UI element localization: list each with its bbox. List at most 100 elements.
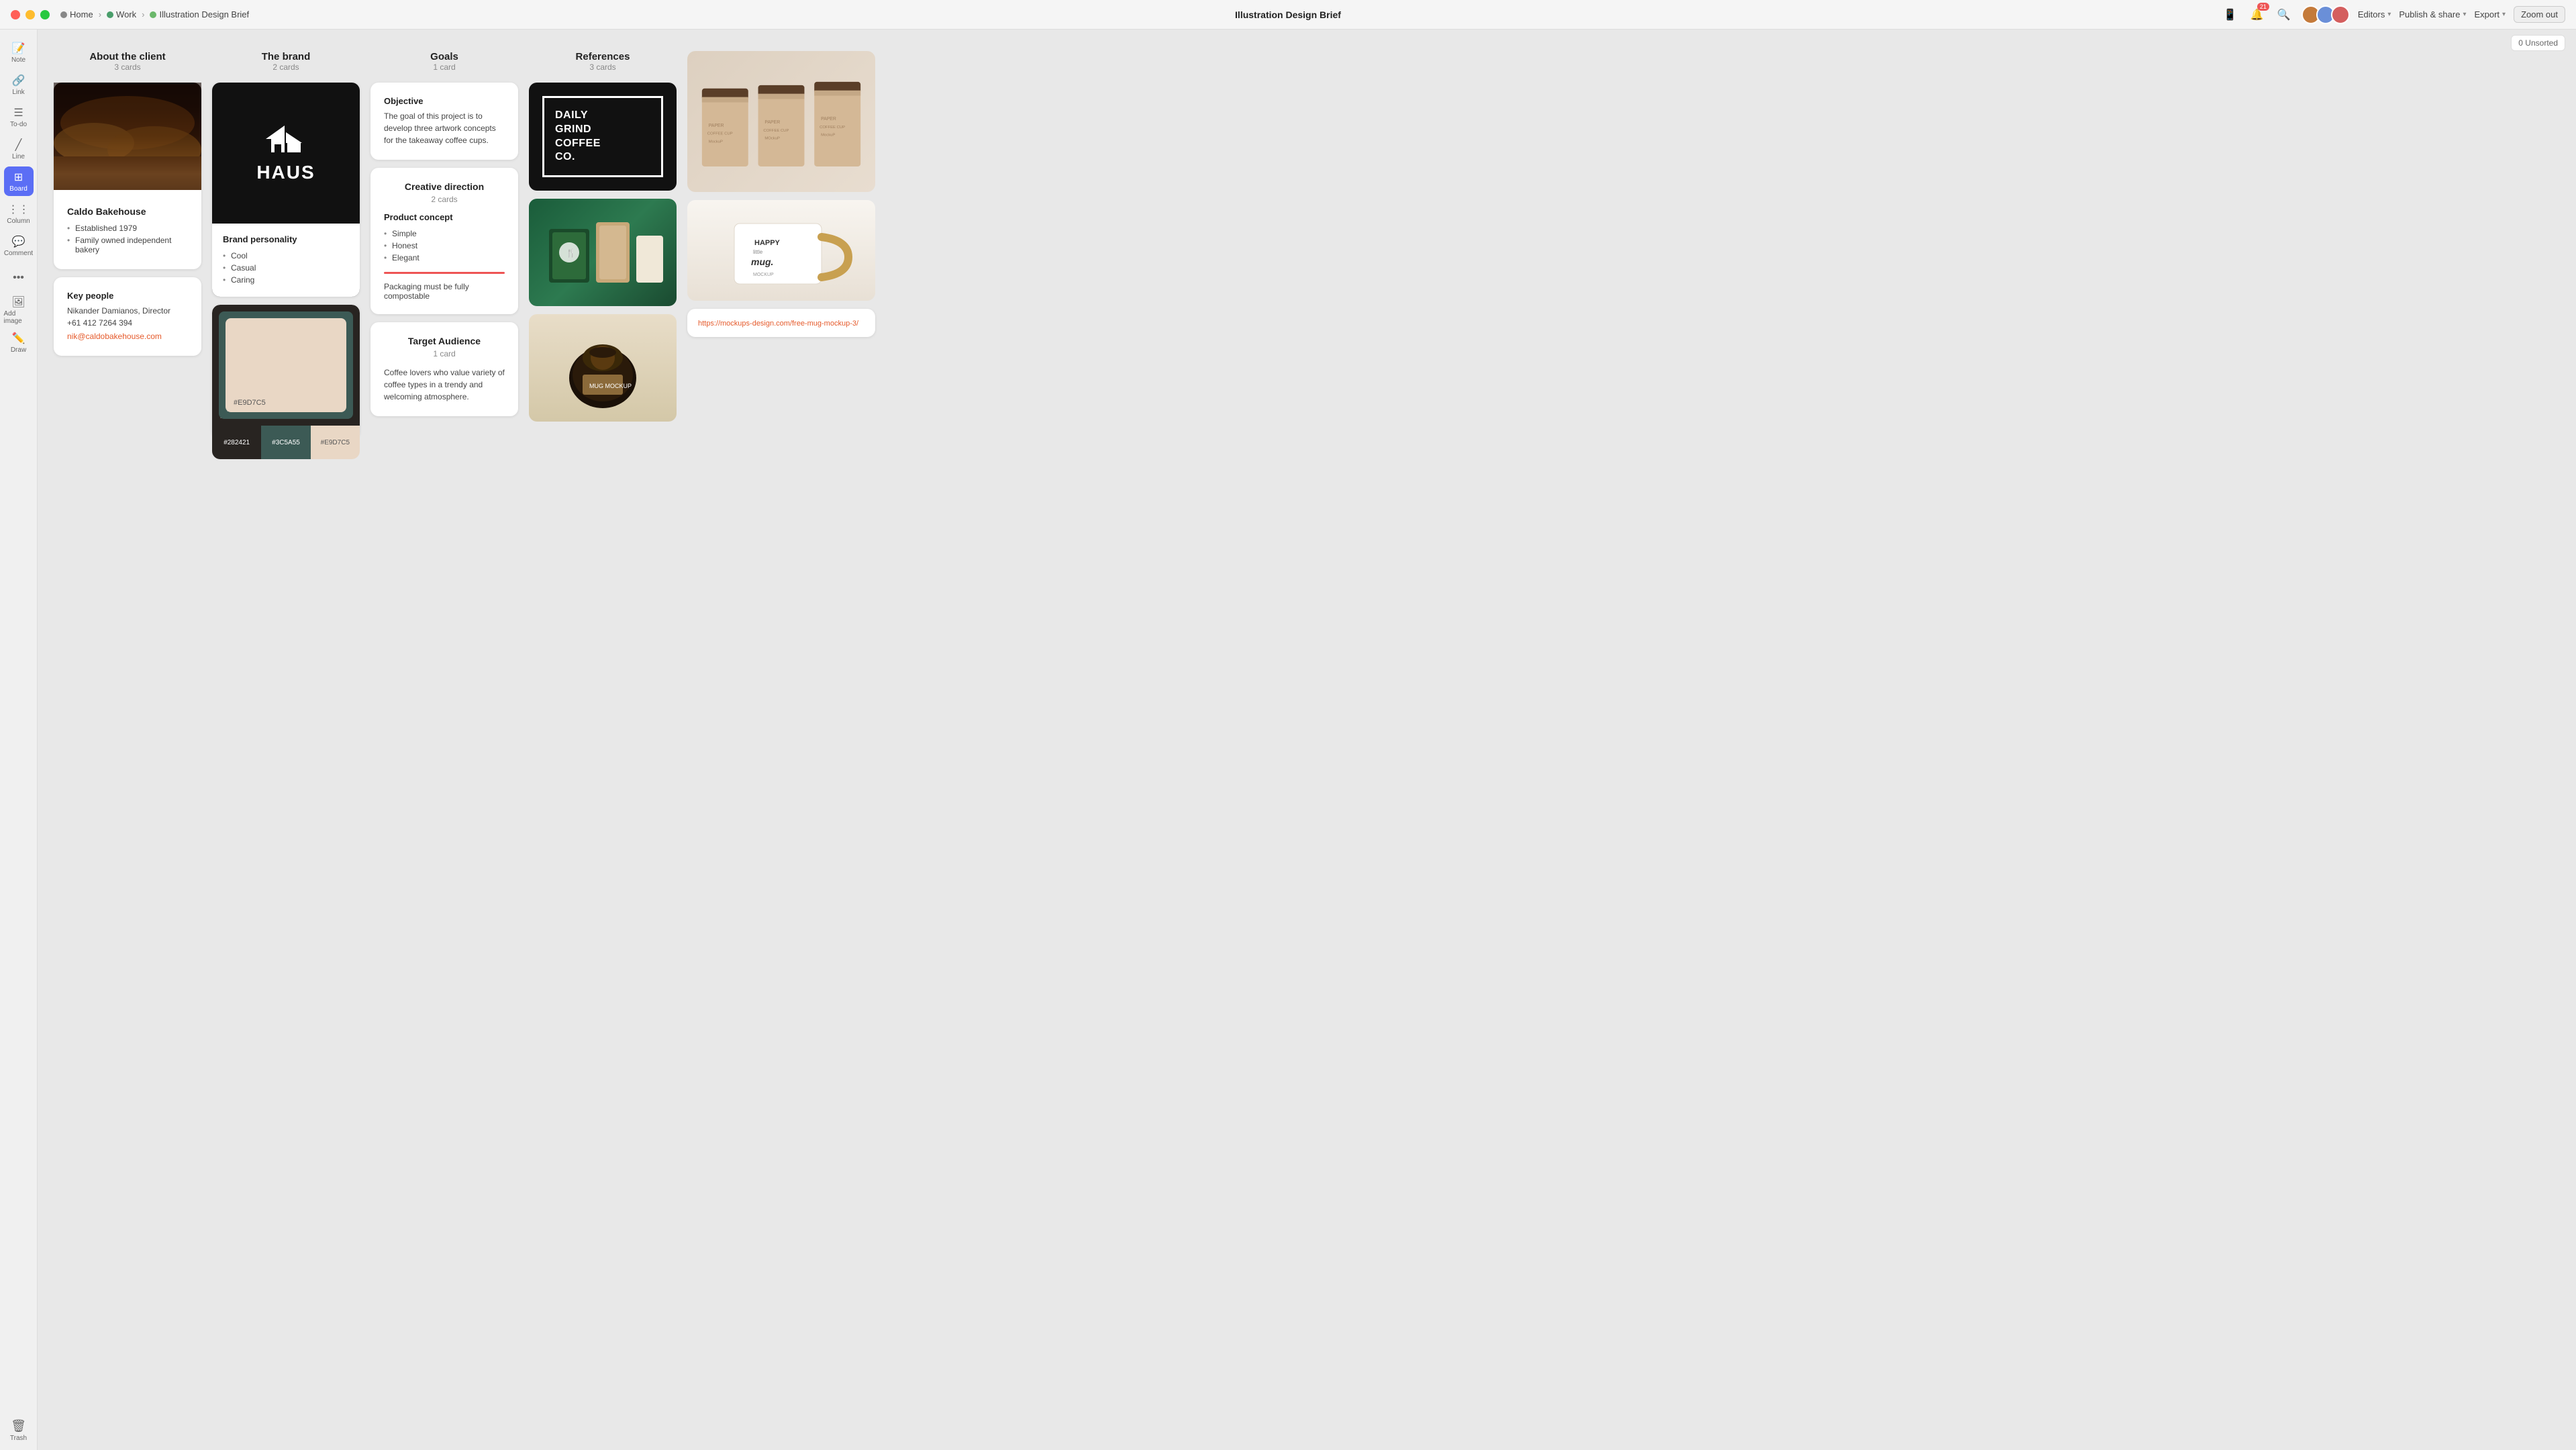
editors-chevron: ▾ [2387, 11, 2391, 18]
mug-mockup-link[interactable]: https://mockups-design.com/free-mug-mock… [698, 320, 858, 328]
sidebar-item-todo[interactable]: ☰ To-do [4, 102, 34, 132]
sidebar: 📝 Note 🔗 Link ☰ To-do ╱ Line ⊞ Board ⋮⋮ … [0, 30, 38, 1450]
work-label: Work [116, 9, 136, 19]
trait-caring: Caring [223, 274, 349, 286]
sidebar-item-draw[interactable]: ✏️ Draw [4, 328, 34, 357]
svg-text:MockuP: MockuP [821, 133, 835, 137]
zoom-out-button[interactable]: Zoom out [2514, 6, 2565, 23]
breadcrumb-home[interactable]: Home [60, 9, 93, 19]
sidebar-column-label: Column [7, 218, 30, 225]
titlebar-right: 📱 🔔 21 🔍 Editors ▾ Publish & share ▾ Exp… [2221, 5, 2565, 24]
canvas: 0 Unsorted About the client 3 cards [38, 30, 2576, 1450]
swatch-6-label: #E9D7C5 [321, 439, 350, 446]
sidebar-draw-label: Draw [11, 346, 26, 354]
trait-honest: Honest [384, 240, 505, 252]
card-green-bags: 🍴 [529, 199, 677, 306]
sidebar-item-comment[interactable]: 💬 Comment [4, 231, 34, 260]
svg-text:HAPPY: HAPPY [754, 239, 781, 247]
card-link: https://mockups-design.com/free-mug-mock… [687, 309, 875, 337]
search-icon[interactable]: 🔍 [2275, 5, 2293, 24]
col-header-goals: Goals 1 card [370, 51, 518, 72]
card-about-info: Caldo Bakehouse Established 1979 Family … [54, 190, 201, 269]
product-concept-label: Product concept [384, 212, 505, 222]
notification-bell[interactable]: 🔔 21 [2248, 5, 2267, 24]
svg-text:🍴: 🍴 [566, 248, 576, 258]
trash-icon: 🗑 [11, 1419, 26, 1433]
coffee-cups-visual: PAPER COFFEE CUP MockuP PAPER COFFEE CUP… [687, 51, 875, 192]
trash-button[interactable]: 🗑 Trash [10, 1419, 27, 1442]
card-creative-direction: Creative direction 2 cards Product conce… [370, 168, 518, 314]
swatch-5-label: #3C5A55 [272, 439, 300, 446]
sidebar-addimage-label: Add image [4, 310, 34, 325]
sidebar-item-note[interactable]: 📝 Note [4, 38, 34, 67]
svg-text:MockuP: MockuP [709, 140, 723, 144]
export-button[interactable]: Export ▾ [2474, 9, 2506, 19]
target-audience-title: Target Audience [384, 336, 505, 346]
creative-direction-title: Creative direction [384, 181, 505, 192]
sidebar-board-label: Board [9, 185, 28, 193]
swatch-3-label: #E9D7C5 [234, 399, 266, 407]
svg-text:COFFEE CUP: COFFEE CUP [820, 125, 845, 129]
card-daily-grind: DAILY GRIND COFFEE CO. [529, 83, 677, 191]
bakery-name: Caldo Bakehouse [67, 206, 188, 217]
sidebar-item-link[interactable]: 🔗 Link [4, 70, 34, 99]
export-chevron: ▾ [2502, 11, 2506, 18]
column-goals: Goals 1 card Objective The goal of this … [370, 51, 518, 416]
daily-grind-brand: DAILY GRIND COFFEE CO. [555, 109, 650, 164]
svg-text:little: little [753, 249, 763, 255]
todo-icon: ☰ [13, 106, 23, 119]
card-coffee-cups: PAPER COFFEE CUP MockuP PAPER COFFEE CUP… [687, 51, 875, 192]
card-bakehouse-photo: Caldo Bakehouse Established 1979 Family … [54, 83, 201, 269]
minimize-button[interactable] [26, 10, 35, 19]
notification-count: 21 [2257, 3, 2269, 11]
publish-label: Publish & share [2399, 9, 2460, 19]
device-icon[interactable]: 📱 [2221, 5, 2240, 24]
brand-personality-title: Brand personality [223, 234, 349, 244]
contact-email[interactable]: nik@caldobakehouse.com [67, 332, 162, 341]
col-count-about: 3 cards [54, 62, 201, 72]
product-traits: Simple Honest Elegant [384, 228, 505, 264]
publish-button[interactable]: Publish & share ▾ [2399, 9, 2466, 19]
col-title-brand: The brand [212, 51, 360, 62]
svg-text:COFFEE CUP: COFFEE CUP [763, 128, 789, 132]
col-count-refs: 3 cards [529, 62, 677, 72]
target-audience-text: Coffee lovers who value variety of coffe… [384, 367, 505, 403]
editors-button[interactable]: Editors ▾ [2358, 9, 2391, 19]
line-icon: ╱ [15, 138, 22, 152]
coffee-pods-visual: MUG MOCKUP [529, 314, 677, 422]
creative-direction-count: 2 cards [384, 195, 505, 204]
brand-personality: Brand personality Cool Casual Caring [212, 224, 360, 297]
sidebar-item-board[interactable]: ⊞ Board [4, 166, 34, 196]
card-swatches: #282421 #3C5A55 #E9D7C5 #282421 #3C5A [212, 305, 360, 439]
haus-brand-name: HAUS [256, 162, 315, 183]
sidebar-item-column[interactable]: ⋮⋮ Column [4, 199, 34, 228]
comment-icon: 💬 [12, 235, 26, 248]
sidebar-item-more[interactable]: ••• [4, 263, 34, 293]
sidebar-comment-label: Comment [4, 250, 33, 257]
haus-icon [266, 123, 306, 156]
dg-border: DAILY GRIND COFFEE CO. [542, 96, 663, 177]
board: About the client 3 cards Caldo Bakeh [54, 46, 2560, 439]
column-brand: The brand 2 cards HAUS B [212, 51, 360, 439]
close-button[interactable] [11, 10, 20, 19]
trait-simple: Simple [384, 228, 505, 240]
maximize-button[interactable] [40, 10, 50, 19]
col-count-goals: 1 card [370, 62, 518, 72]
publish-chevron: ▾ [2463, 11, 2466, 18]
breadcrumb-brief[interactable]: Illustration Design Brief [150, 9, 249, 19]
sidebar-note-label: Note [11, 56, 26, 64]
sidebar-item-line[interactable]: ╱ Line [4, 134, 34, 164]
sidebar-item-add-image[interactable]: 🖼 Add image [4, 295, 34, 325]
haus-logo: HAUS [212, 83, 360, 224]
breadcrumb: Home › Work › Illustration Design Brief [60, 9, 249, 19]
column-icon: ⋮⋮ [8, 203, 30, 216]
col-count-brand: 2 cards [212, 62, 360, 72]
sidebar-todo-label: To-do [10, 121, 27, 128]
trait-cool: Cool [223, 250, 349, 262]
trash-label: Trash [10, 1435, 27, 1442]
packaging-note: Packaging must be fully compostable [384, 282, 505, 301]
svg-text:MUG MOCKUP: MUG MOCKUP [589, 383, 632, 389]
column-about: About the client 3 cards Caldo Bakeh [54, 51, 201, 356]
trait-elegant: Elegant [384, 252, 505, 264]
breadcrumb-work[interactable]: Work [107, 9, 136, 19]
